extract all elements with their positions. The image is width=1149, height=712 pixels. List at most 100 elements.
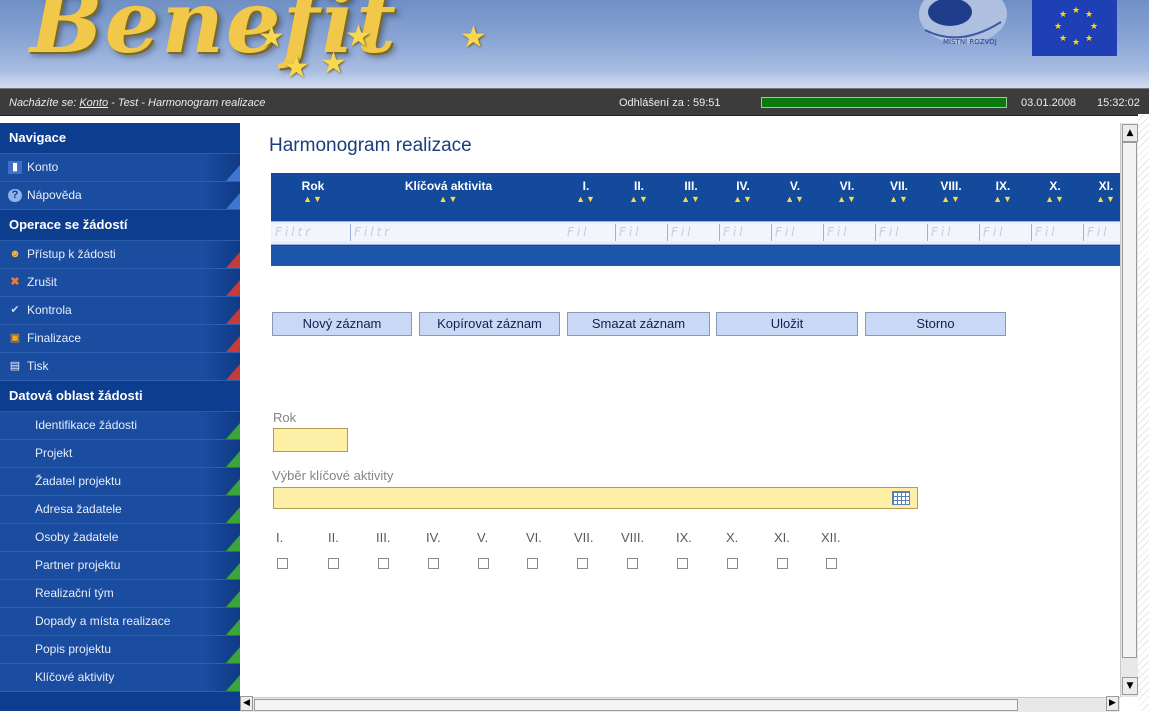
sort-arrows-icon[interactable]: ▲▼ [1091,193,1120,205]
rok-input[interactable] [273,428,348,452]
column-header-month-8[interactable]: VIII. ▲▼ [934,179,968,205]
sidebar-item-label: Kontrola [27,303,72,317]
scroll-left-arrow-icon[interactable]: ◀ [240,696,253,711]
sidebar-item-zadatel[interactable]: Žadatel projektu [0,468,240,496]
sort-arrows-icon[interactable]: ▲▼ [934,193,968,205]
sidebar-item-napoveda[interactable]: ? Nápověda [0,182,240,210]
sort-arrows-icon[interactable]: ▲▼ [624,193,654,205]
filter-month-input[interactable]: Fil [720,224,772,241]
save-button[interactable]: Uložit [716,312,858,336]
vertical-scroll-thumb[interactable] [1122,142,1137,658]
month-checkbox-5[interactable] [478,558,489,569]
filter-month-input[interactable]: Fil [616,224,668,241]
filter-month-input[interactable]: Fil [824,224,876,241]
month-checkbox-1[interactable] [277,558,288,569]
delete-record-button[interactable]: Smazat záznam [567,312,710,336]
filter-month-input[interactable]: Fil [928,224,980,241]
month-checkbox-7[interactable] [577,558,588,569]
filter-month-input[interactable]: Fil [980,224,1032,241]
sort-arrows-icon[interactable]: ▲▼ [728,193,758,205]
month-label: VI. [526,530,542,545]
sidebar-item-konto[interactable]: ▮ Konto [0,154,240,182]
scroll-down-arrow-icon[interactable]: ▼ [1122,677,1138,695]
sidebar-item-osoby[interactable]: Osoby žadatele [0,524,240,552]
sort-arrows-icon[interactable]: ▲▼ [386,193,511,205]
filter-rok-input[interactable]: Filtr [272,224,351,241]
sort-arrows-icon[interactable]: ▲▼ [293,193,333,205]
month-checkbox-9[interactable] [677,558,688,569]
scroll-up-arrow-icon[interactable]: ▲ [1122,124,1138,142]
sort-arrows-icon[interactable]: ▲▼ [571,193,601,205]
filter-month-input[interactable]: Fil [876,224,928,241]
sort-arrows-icon[interactable]: ▲▼ [780,193,810,205]
sidebar-item-klicove-aktivity[interactable]: Klíčové aktivity [0,664,240,692]
sidebar-item-identifikace[interactable]: Identifikace žádosti [0,412,240,440]
sidebar-item-pristup[interactable]: ☻ Přístup k žádosti [0,241,240,269]
sidebar-item-realizacni-tym[interactable]: Realizační tým [0,580,240,608]
window-edge [1138,114,1149,711]
sort-arrows-icon[interactable]: ▲▼ [832,193,862,205]
filter-month-input[interactable]: Fil [1032,224,1084,241]
month-checkbox-3[interactable] [378,558,389,569]
sidebar-item-kontrola[interactable]: ✔ Kontrola [0,297,240,325]
column-header-label: I. [582,179,590,193]
column-header-month-9[interactable]: IX. ▲▼ [988,179,1018,205]
column-header-aktivita[interactable]: Klíčová aktivita ▲▼ [386,179,511,205]
filter-month-input[interactable]: Fil [772,224,824,241]
column-header-month-4[interactable]: IV. ▲▼ [728,179,758,205]
sidebar-item-label: Identifikace žádosti [35,418,138,432]
vertical-scrollbar[interactable]: ▲ ▼ [1120,123,1139,697]
month-label: VIII. [621,530,645,545]
breadcrumb-link-konto[interactable]: Konto [79,97,108,109]
banner-swoosh [0,70,1149,88]
month-checkbox-11[interactable] [777,558,788,569]
column-header-rok[interactable]: Rok ▲▼ [293,179,333,205]
month-checkbox-6[interactable] [527,558,538,569]
sort-arrows-icon[interactable]: ▲▼ [884,193,914,205]
filter-month-input[interactable]: Fil [668,224,720,241]
column-header-month-5[interactable]: V. ▲▼ [780,179,810,205]
scroll-right-arrow-icon[interactable]: ▶ [1106,696,1119,711]
column-header-month-6[interactable]: VI. ▲▼ [832,179,862,205]
month-checkbox-8[interactable] [627,558,638,569]
sidebar-item-projekt[interactable]: Projekt [0,440,240,468]
column-header-month-11[interactable]: XI. ▲▼ [1091,179,1120,205]
month-checkbox-10[interactable] [727,558,738,569]
sidebar-section-operace: Operace se žádostí [0,210,240,241]
sidebar-item-finalizace[interactable]: ▣ Finalizace [0,325,240,353]
table-picker-icon[interactable] [892,491,910,505]
current-time: 15:32:02 [1097,97,1140,109]
copy-record-button[interactable]: Kopírovat záznam [419,312,560,336]
column-header-month-2[interactable]: II. ▲▼ [624,179,654,205]
column-header-month-3[interactable]: III. ▲▼ [676,179,706,205]
filter-aktivita-input[interactable]: Filtr [351,224,566,241]
month-label: I. [276,530,284,545]
sort-arrows-icon[interactable]: ▲▼ [676,193,706,205]
horizontal-scroll-thumb[interactable] [254,699,1018,711]
filter-month-input[interactable]: Fil [1084,224,1120,241]
sidebar-item-popis[interactable]: Popis projektu [0,636,240,664]
column-header-month-10[interactable]: X. ▲▼ [1040,179,1070,205]
main-content: Harmonogram realizace Rok ▲▼ Klíčová akt… [240,123,1120,697]
column-header-month-7[interactable]: VII. ▲▼ [884,179,914,205]
sidebar-item-dopady[interactable]: Dopady a místa realizace [0,608,240,636]
month-checkbox-2[interactable] [328,558,339,569]
sort-arrows-icon[interactable]: ▲▼ [1040,193,1070,205]
filter-month-input[interactable]: Fil [564,224,616,241]
column-header-label: XI. [1098,179,1114,193]
sidebar-item-zrusit[interactable]: ✖ Zrušit [0,269,240,297]
month-label: II. [328,530,339,545]
horizontal-scrollbar[interactable]: ◀ ▶ [240,696,1120,712]
month-checkbox-12[interactable] [826,558,837,569]
cancel-button[interactable]: Storno [865,312,1006,336]
new-record-button[interactable]: Nový záznam [272,312,412,336]
grid-footer [271,246,1120,266]
sort-arrows-icon[interactable]: ▲▼ [988,193,1018,205]
check-icon: ✔ [10,304,20,316]
month-checkbox-4[interactable] [428,558,439,569]
column-header-month-1[interactable]: I. ▲▼ [571,179,601,205]
sidebar-item-partner[interactable]: Partner projektu [0,552,240,580]
aktivita-select[interactable] [273,487,918,509]
sidebar-item-tisk[interactable]: ▤ Tisk [0,353,240,381]
sidebar-item-adresa[interactable]: Adresa žadatele [0,496,240,524]
